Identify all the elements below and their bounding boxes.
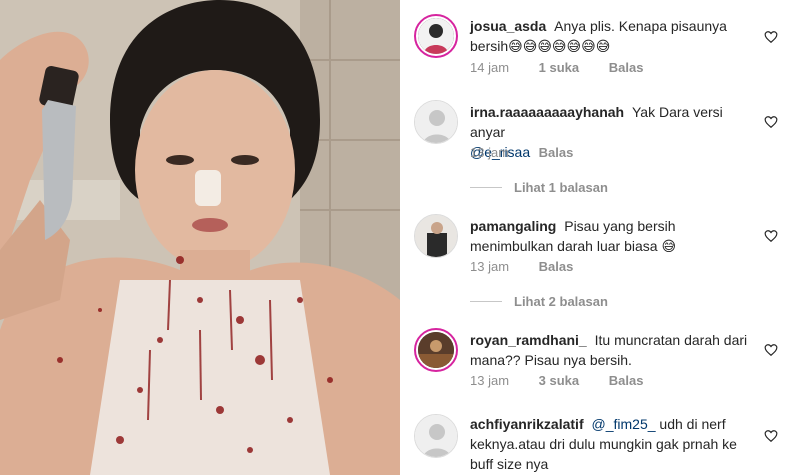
mention-link[interactable]: @_fim25_ bbox=[592, 416, 660, 432]
comment-time: 13 jam bbox=[470, 373, 510, 388]
avatar[interactable] bbox=[414, 214, 458, 258]
comment-text: pamangaling Pisau yang bersih menimbulka… bbox=[470, 216, 760, 256]
view-replies-label: Lihat 1 balasan bbox=[514, 180, 608, 195]
comment-emojis: 😅 bbox=[661, 238, 677, 254]
view-replies-divider bbox=[470, 301, 502, 302]
comments-panel: josua_asda Anya plis. Kenapa pisaunya be… bbox=[400, 0, 800, 475]
heart-outline-icon[interactable] bbox=[764, 343, 778, 357]
comment-likes[interactable]: 3 suka bbox=[539, 373, 579, 388]
avatar-image bbox=[415, 215, 457, 257]
comment-text: josua_asda Anya plis. Kenapa pisaunya be… bbox=[470, 16, 760, 56]
comment-username[interactable]: josua_asda bbox=[470, 18, 550, 34]
avatar[interactable] bbox=[414, 328, 458, 372]
avatar[interactable] bbox=[414, 414, 458, 458]
comment-text: achfiyanrikzalatif @_fim25_ udh di nerf … bbox=[470, 414, 760, 474]
default-avatar-icon bbox=[415, 415, 457, 457]
comment-text: royan_ramdhani_ Itu muncratan darah dari… bbox=[470, 330, 760, 370]
comment-username[interactable]: pamangaling bbox=[470, 218, 560, 234]
comment-meta: 13 jam Balas bbox=[470, 259, 599, 274]
comment-username[interactable]: irna.raaaaaaaaayhanah bbox=[470, 104, 628, 120]
view-replies-divider bbox=[470, 187, 502, 188]
reply-button[interactable]: Balas bbox=[539, 145, 574, 160]
comment-username[interactable]: royan_ramdhani_ bbox=[470, 332, 591, 348]
reply-button[interactable]: Balas bbox=[609, 60, 644, 75]
comment-username[interactable]: achfiyanrikzalatif bbox=[470, 416, 588, 432]
heart-outline-icon[interactable] bbox=[764, 115, 778, 129]
post-photo bbox=[0, 0, 400, 475]
photo-illustration bbox=[0, 0, 400, 475]
view-replies-label: Lihat 2 balasan bbox=[514, 294, 608, 309]
comment-meta: 13 jam Balas bbox=[470, 145, 599, 160]
avatar-image bbox=[418, 332, 454, 368]
heart-outline-icon[interactable] bbox=[764, 30, 778, 44]
default-avatar-icon bbox=[415, 101, 457, 143]
avatar-image bbox=[418, 18, 454, 54]
comment-meta: 14 jam 1 suka Balas bbox=[470, 60, 669, 75]
comment-time: 14 jam bbox=[470, 60, 510, 75]
comment-time: 13 jam bbox=[470, 145, 510, 160]
view-replies-button[interactable]: Lihat 2 balasan bbox=[470, 294, 608, 309]
heart-outline-icon[interactable] bbox=[764, 229, 778, 243]
heart-outline-icon[interactable] bbox=[764, 429, 778, 443]
reply-button[interactable]: Balas bbox=[609, 373, 644, 388]
avatar[interactable] bbox=[414, 100, 458, 144]
comment-meta: 13 jam 3 suka Balas bbox=[470, 373, 669, 388]
avatar[interactable] bbox=[414, 14, 458, 58]
comment-likes[interactable]: 1 suka bbox=[539, 60, 579, 75]
comment-time: 13 jam bbox=[470, 259, 510, 274]
reply-button[interactable]: Balas bbox=[539, 259, 574, 274]
view-replies-button[interactable]: Lihat 1 balasan bbox=[470, 180, 608, 195]
comment-emojis: 😅😅😅😅😅😅😅 bbox=[508, 38, 611, 54]
